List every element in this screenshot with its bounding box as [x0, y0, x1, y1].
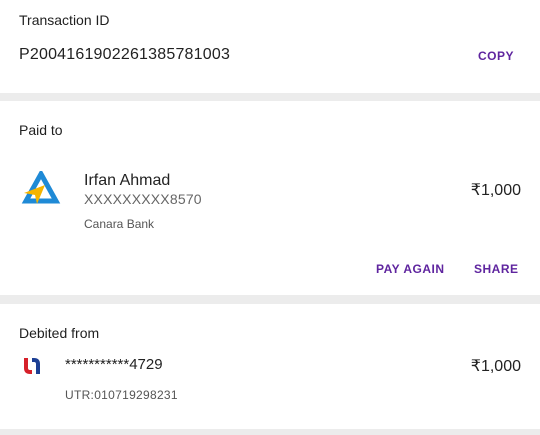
- payee-bank-name: Canara Bank: [84, 217, 155, 231]
- utr-number: UTR:010719298231: [65, 388, 178, 402]
- canara-bank-logo-icon: [21, 171, 61, 204]
- paid-to-label: Paid to: [19, 122, 63, 138]
- share-button[interactable]: SHARE: [474, 262, 519, 276]
- debit-account-masked: ***********4729: [65, 356, 163, 373]
- transaction-id-label: Transaction ID: [19, 12, 110, 28]
- transaction-id-value: P2004161902261385781003: [19, 46, 231, 63]
- payee-name: Irfan Ahmad: [84, 172, 171, 189]
- payee-account-number: XXXXXXXXX8570: [84, 191, 202, 207]
- debited-from-label: Debited from: [19, 325, 100, 341]
- debited-from-card: Debited from ***********4729 ₹1,000 UTR:…: [0, 304, 540, 429]
- paid-amount: ₹1,000: [470, 182, 521, 199]
- debited-amount: ₹1,000: [470, 358, 521, 375]
- union-bank-logo-icon: [24, 358, 40, 374]
- pay-again-button[interactable]: PAY AGAIN: [376, 262, 445, 276]
- transaction-id-card: Transaction ID P2004161902261385781003 C…: [0, 0, 540, 93]
- paid-to-card: Paid to Irfan Ahmad XXXXXXXXX8570 Canara…: [0, 101, 540, 295]
- copy-button[interactable]: COPY: [478, 49, 514, 63]
